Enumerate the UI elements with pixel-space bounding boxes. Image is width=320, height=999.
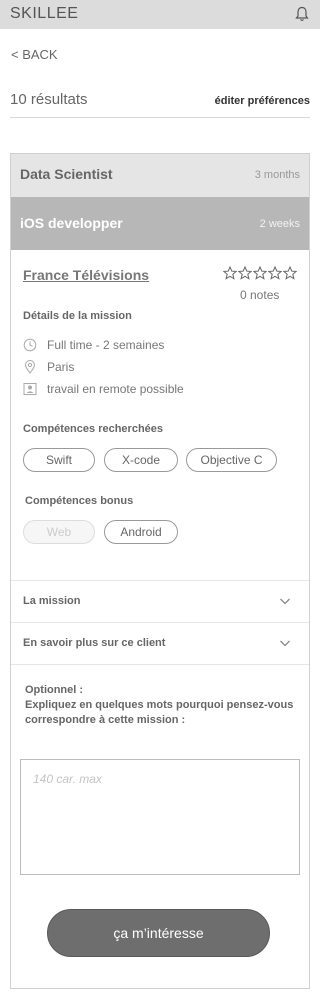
chevron-down-icon — [280, 640, 290, 647]
bonus-skills-heading: Compétences bonus — [25, 495, 134, 507]
back-link[interactable]: < BACK — [11, 47, 58, 62]
bonus-skill-tag-web[interactable]: Web — [23, 520, 95, 544]
accordion-label: La mission — [23, 595, 81, 607]
optional-question: Expliquez en quelques mots pourquoi pens… — [25, 699, 294, 726]
detail-text: travail en remote possible — [47, 382, 184, 396]
rating-notes-count: 0 notes — [240, 288, 280, 302]
detail-text: Paris — [47, 360, 75, 374]
divider — [11, 664, 309, 665]
star-icon[interactable] — [283, 266, 297, 280]
remote-user-icon — [23, 383, 37, 395]
job-duration: 3 months — [254, 169, 300, 181]
client-name-link[interactable]: France Télévisions — [23, 267, 149, 283]
bell-icon[interactable] — [295, 6, 309, 22]
skill-tag-swift[interactable]: Swift — [23, 448, 95, 472]
job-title: iOS developper — [20, 215, 123, 231]
detail-item-location: Paris — [23, 359, 74, 375]
interested-button[interactable]: ça m’intéresse — [47, 909, 270, 957]
job-duration: 2 weeks — [259, 218, 300, 230]
detail-text: Full time - 2 semaines — [47, 338, 165, 352]
star-icon[interactable] — [238, 266, 252, 280]
accordion-client-info[interactable]: En savoir plus sur ce client — [11, 622, 309, 664]
job-row-data-scientist[interactable]: Data Scientist 3 months — [11, 154, 309, 197]
optional-label: Optionnel : — [25, 684, 84, 696]
bonus-skill-tag-android[interactable]: Android — [104, 520, 178, 544]
skill-tag-xcode[interactable]: X-code — [104, 448, 178, 472]
job-row-ios-developper[interactable]: iOS developper 2 weeks — [11, 197, 309, 250]
app-title: SKILLEE — [10, 5, 79, 22]
motivation-textarea[interactable] — [20, 759, 300, 875]
mission-details-heading: Détails de la mission — [23, 310, 132, 322]
star-icon[interactable] — [223, 266, 237, 280]
job-title: Data Scientist — [20, 166, 113, 182]
top-bar: SKILLEE — [0, 0, 320, 29]
star-icon[interactable] — [253, 266, 267, 280]
accordion-la-mission[interactable]: La mission — [11, 580, 309, 622]
results-panel: Data Scientist 3 months iOS developper 2… — [10, 153, 310, 989]
rating-stars[interactable] — [223, 266, 297, 280]
star-icon[interactable] — [268, 266, 282, 280]
detail-item-duration: Full time - 2 semaines — [23, 337, 164, 353]
chevron-down-icon — [280, 598, 290, 605]
clock-icon — [23, 338, 37, 352]
location-pin-icon — [24, 360, 36, 374]
divider — [10, 117, 310, 118]
skill-tag-objective-c[interactable]: Objective C — [186, 448, 277, 472]
edit-preferences-link[interactable]: éditer préférences — [215, 95, 310, 107]
results-count: 10 résultats — [10, 91, 88, 108]
accordion-label: En savoir plus sur ce client — [23, 637, 166, 649]
optional-motivation-prompt: Optionnel : Expliquez en quelques mots p… — [25, 683, 297, 728]
detail-item-remote: travail en remote possible — [23, 381, 184, 397]
skills-heading: Compétences recherchées — [23, 423, 164, 435]
